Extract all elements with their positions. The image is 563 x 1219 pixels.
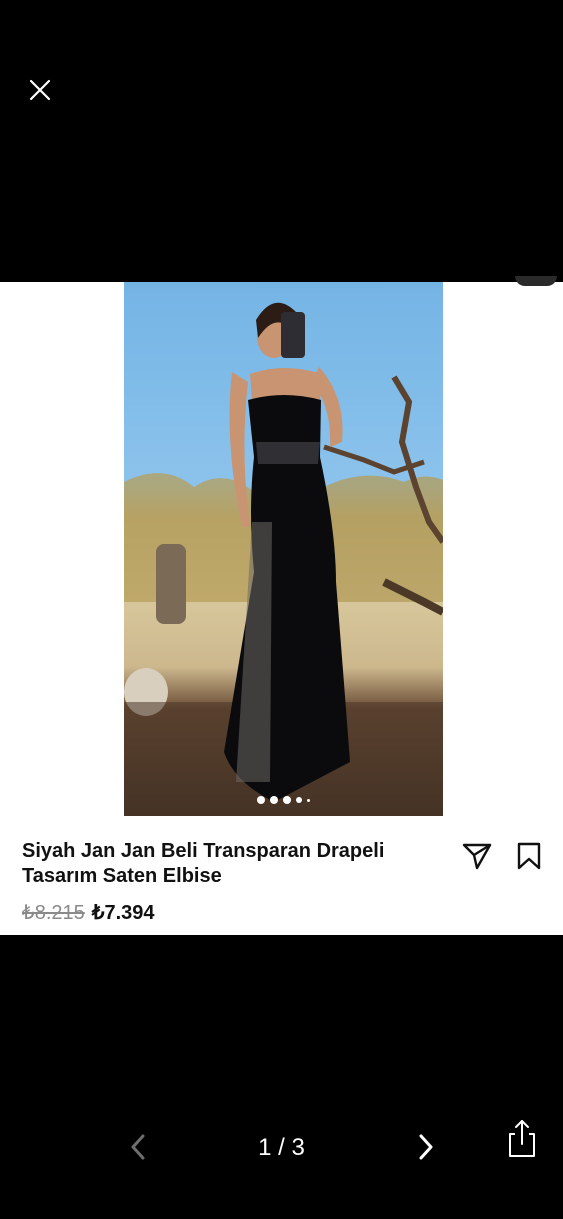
price-row: ₺8.215 ₺7.394 <box>22 900 155 925</box>
page-indicator: 1 / 3 <box>258 1134 305 1161</box>
carousel-dot[interactable] <box>296 797 302 803</box>
card-corner-handle <box>515 276 557 286</box>
product-image[interactable] <box>124 282 443 816</box>
carousel-dot[interactable] <box>283 796 291 804</box>
close-icon <box>29 79 51 101</box>
product-title: Siyah Jan Jan Beli Transparan Drapeli Ta… <box>22 840 385 887</box>
old-price: ₺8.215 <box>22 902 85 924</box>
carousel-dot[interactable] <box>307 798 310 802</box>
chevron-right-icon <box>419 1134 433 1160</box>
sale-price: ₺7.394 <box>91 902 155 924</box>
close-button[interactable] <box>26 76 54 104</box>
share-sheet-button[interactable] <box>505 1118 539 1158</box>
bookmark-button[interactable] <box>514 841 544 871</box>
product-card: Siyah Jan Jan Beli Transparan Drapeli Ta… <box>0 276 563 935</box>
share-sheet-icon <box>509 1120 535 1157</box>
carousel-dot[interactable] <box>270 796 278 804</box>
carousel-dot-active[interactable] <box>257 796 265 804</box>
next-button[interactable] <box>414 1132 438 1162</box>
share-icon <box>462 843 492 870</box>
share-button[interactable] <box>461 841 493 871</box>
bottom-pager-bar: 1 / 3 <box>0 1110 563 1180</box>
bookmark-icon <box>517 842 541 870</box>
image-carousel-dots <box>124 796 443 804</box>
product-photo-illustration <box>124 302 443 816</box>
